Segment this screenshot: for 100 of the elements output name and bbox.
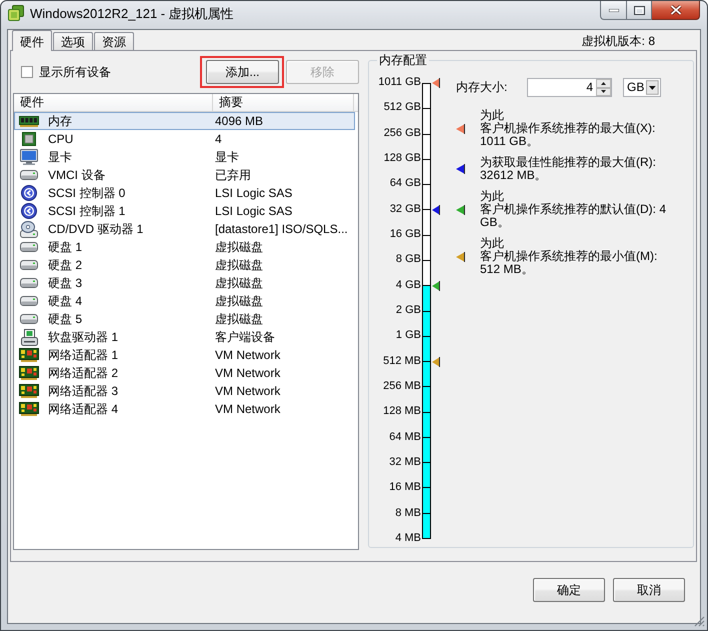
drive-icon	[20, 314, 38, 324]
spin-up-button[interactable]	[596, 79, 611, 88]
scale-label: 4 GB	[396, 278, 421, 292]
scale-label: 4 MB	[395, 532, 421, 545]
device-summary: 4096 MB	[214, 114, 264, 128]
scale-label: 1011 GB	[378, 76, 421, 89]
hardware-row[interactable]: 网络适配器 2 VM Network	[14, 364, 355, 382]
device-name: 硬盘 2	[47, 258, 84, 272]
hardware-row[interactable]: VMCI 设备 已弃用	[14, 166, 355, 184]
memory-size-label: 内存大小:	[456, 80, 508, 95]
tab[interactable]: 资源	[94, 32, 134, 50]
down-arrow-icon	[601, 90, 606, 94]
device-name: 网络适配器 3	[47, 384, 120, 398]
recommendation-text: 为此 客户机操作系统推荐的最小值(M): 512 MB。	[480, 237, 658, 276]
device-name: 网络适配器 2	[47, 366, 120, 380]
resize-grip-icon[interactable]	[693, 615, 705, 627]
circle-arrow-icon	[21, 185, 37, 201]
close-button[interactable]	[652, 1, 700, 20]
device-summary: 虚拟磁盘	[214, 240, 263, 254]
hardware-row[interactable]: CPU 4	[14, 130, 355, 148]
scale-marker-icon[interactable]	[432, 78, 440, 88]
hardware-row[interactable]: 内存 4096 MB	[14, 112, 355, 130]
circuit-board-icon	[19, 384, 39, 398]
device-summary: 4	[214, 132, 222, 146]
scale-label: 256 MB	[383, 380, 421, 393]
floppy-drive-icon	[20, 328, 38, 346]
scale-label: 128 GB	[384, 152, 421, 165]
scale-marker-icon[interactable]	[432, 280, 440, 291]
hardware-row[interactable]: CD/DVD 驱动器 1 [datastore1] ISO/SQLS...	[14, 220, 355, 238]
scale-label: 8 GB	[396, 253, 421, 266]
device-name: 网络适配器 4	[47, 402, 120, 416]
device-summary: LSI Logic SAS	[214, 204, 292, 218]
cancel-button[interactable]: 取消	[613, 578, 685, 602]
device-summary: 显卡	[214, 150, 239, 164]
device-summary: 虚拟磁盘	[214, 276, 263, 290]
circuit-board-icon	[19, 348, 39, 362]
device-name: 硬盘 1	[47, 240, 84, 254]
hardware-row[interactable]: 网络适配器 3 VM Network	[14, 382, 355, 400]
device-name: 内存	[47, 114, 73, 128]
scale-label: 32 GB	[390, 202, 421, 216]
recommendation-text: 为此 客户机操作系统推荐的默认值(D): 4 GB。	[480, 190, 666, 229]
drive-icon	[20, 278, 38, 288]
version-label: 虚拟机版本: 8	[582, 34, 655, 48]
unit-dropdown[interactable]: GB	[623, 78, 661, 97]
circuit-board-icon	[19, 366, 39, 380]
show-all-checkbox[interactable]: 显示所有设备	[21, 64, 111, 80]
memory-slider-track[interactable]	[422, 83, 431, 539]
scale-marker-icon[interactable]	[432, 356, 440, 367]
device-name: CD/DVD 驱动器 1	[47, 222, 144, 236]
hardware-row[interactable]: 网络适配器 4 VM Network	[14, 400, 355, 418]
tab[interactable]: 选项	[53, 32, 93, 50]
scale-label: 64 GB	[390, 177, 421, 190]
hardware-row[interactable]: 网络适配器 1 VM Network	[14, 346, 355, 364]
drive-icon	[20, 242, 38, 252]
disc-drive-icon	[20, 220, 38, 238]
scale-label: 256 GB	[384, 126, 421, 140]
minimize-icon	[608, 8, 618, 12]
tab[interactable]: 硬件	[12, 30, 52, 51]
circuit-board-icon	[19, 402, 39, 416]
hardware-row[interactable]: 硬盘 5 虚拟磁盘	[14, 310, 355, 328]
monitor-icon	[20, 149, 38, 165]
device-name: 显卡	[47, 150, 73, 164]
drive-icon	[20, 260, 38, 270]
hardware-row[interactable]: 硬盘 1 虚拟磁盘	[14, 238, 355, 256]
drive-icon	[20, 296, 38, 306]
scale-label: 128 MB	[383, 405, 421, 418]
hardware-row[interactable]: 硬盘 3 虚拟磁盘	[14, 274, 355, 292]
column-header[interactable]: 硬件	[14, 94, 213, 111]
app-icon	[8, 5, 24, 21]
hardware-row[interactable]: 硬盘 2 虚拟磁盘	[14, 256, 355, 274]
circle-arrow-icon	[21, 203, 37, 219]
add-button[interactable]: 添加...	[206, 60, 279, 84]
close-icon	[670, 5, 682, 15]
device-summary: VM Network	[214, 384, 280, 398]
caret-icon	[646, 80, 659, 95]
device-name: 硬盘 3	[47, 276, 84, 290]
hardware-row[interactable]: SCSI 控制器 1 LSI Logic SAS	[14, 202, 355, 220]
hardware-row[interactable]: SCSI 控制器 0 LSI Logic SAS	[14, 184, 355, 202]
device-name: 软盘驱动器 1	[47, 330, 120, 344]
device-summary: VM Network	[214, 402, 280, 416]
hardware-row[interactable]: 软盘驱动器 1 客户端设备	[14, 328, 355, 346]
maximize-button[interactable]	[626, 1, 652, 20]
memory-size-field[interactable]: 4	[527, 78, 612, 97]
column-header[interactable]: 摘要	[213, 94, 354, 111]
recommendation-text: 为获取最佳性能推荐的最大值(R): 32612 MB。	[480, 156, 656, 182]
minimize-button[interactable]	[600, 1, 626, 20]
maximize-icon	[634, 6, 644, 14]
device-name: 硬盘 4	[47, 294, 84, 308]
hardware-row[interactable]: 显卡 显卡	[14, 148, 355, 166]
scale-marker-icon[interactable]	[432, 204, 440, 215]
scale-label: 512 MB	[383, 354, 421, 368]
group-title: 内存配置	[378, 53, 428, 67]
scale-label: 32 MB	[389, 456, 421, 469]
ok-button[interactable]: 确定	[533, 578, 605, 602]
device-name: SCSI 控制器 1	[47, 204, 126, 218]
device-name: 硬盘 5	[47, 312, 84, 326]
device-summary: 虚拟磁盘	[214, 294, 263, 308]
hardware-row[interactable]: 硬盘 4 虚拟磁盘	[14, 292, 355, 310]
device-summary: VM Network	[214, 348, 280, 362]
scale-label: 16 GB	[390, 228, 421, 241]
